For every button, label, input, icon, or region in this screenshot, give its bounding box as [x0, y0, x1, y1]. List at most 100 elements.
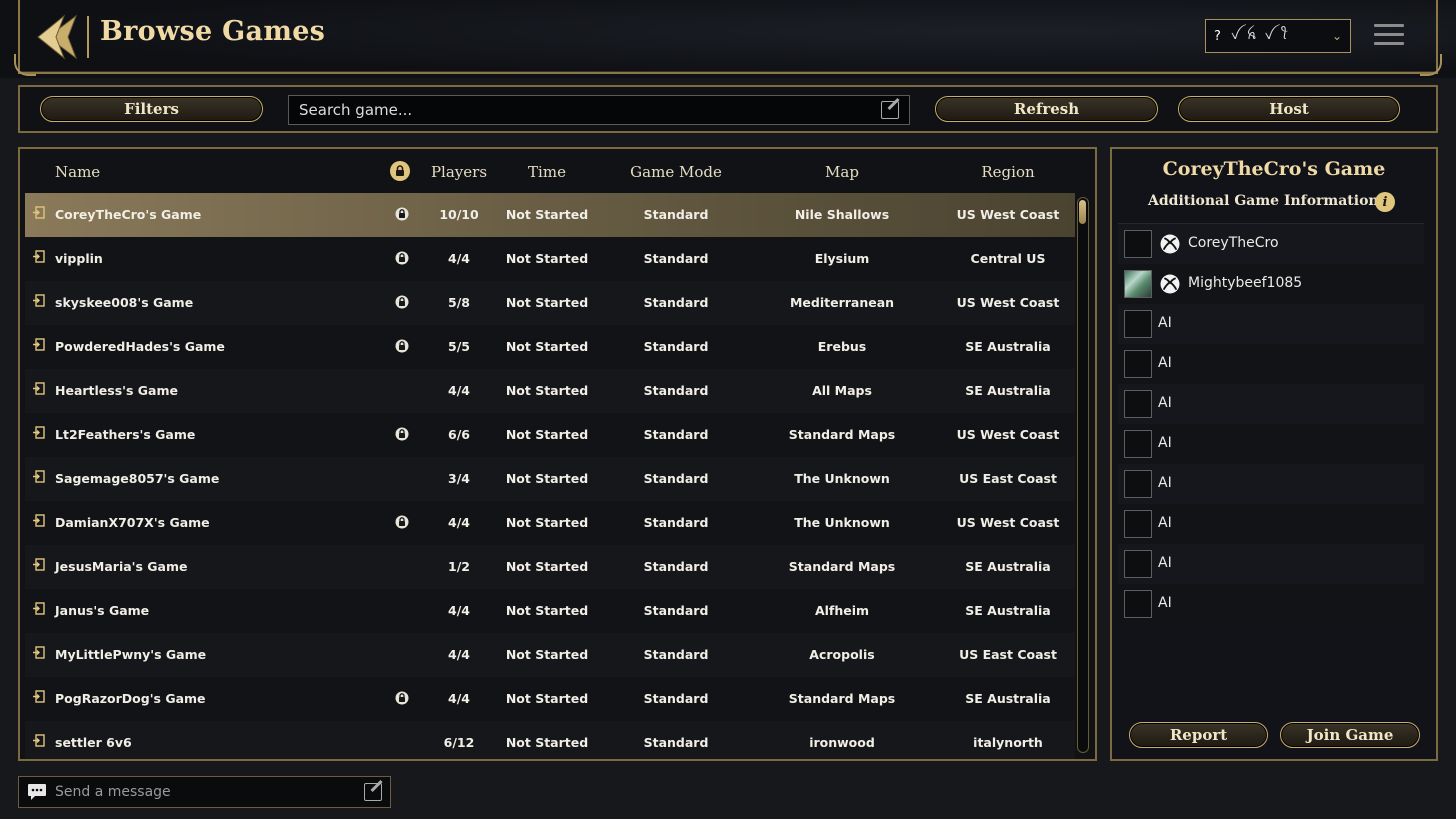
empty-avatar-slot: [1124, 430, 1152, 458]
info-icon[interactable]: i: [1375, 192, 1395, 212]
join-arrow-icon: [33, 338, 45, 351]
report-button[interactable]: Report: [1129, 722, 1268, 748]
page-title: Browse Games: [100, 16, 326, 47]
player-name: AI: [1158, 475, 1172, 491]
player-name: AI: [1158, 515, 1172, 531]
lock-icon: [395, 339, 409, 356]
search-input[interactable]: [299, 101, 881, 119]
game-mode: Standard: [643, 383, 709, 398]
empty-avatar-slot: [1124, 390, 1152, 418]
game-row[interactable]: CoreyTheCro's Game 10/10 Not Started Standa…: [25, 193, 1075, 237]
game-players: 4/4: [448, 251, 470, 266]
host-button[interactable]: Host: [1178, 96, 1400, 122]
game-name: settler 6v6: [55, 735, 132, 750]
game-row[interactable]: vipplin 4/4 Not Started Standard Elysium Cent…: [25, 237, 1075, 281]
scroll-thumb[interactable]: [1079, 200, 1086, 224]
player-slot[interactable]: AI: [1118, 344, 1424, 384]
top-bar: Browse Games ? ꪜ ꫝ ꪜ ꪻ ⌄: [0, 0, 1456, 78]
player-name: AI: [1158, 435, 1172, 451]
game-time: Not Started: [505, 471, 589, 486]
game-players: 6/6: [448, 427, 470, 442]
player-name: Mightybeef1085: [1188, 275, 1303, 291]
column-header-map[interactable]: Map: [825, 163, 859, 181]
column-header-game-mode[interactable]: Game Mode: [630, 163, 722, 181]
column-header-players[interactable]: Players: [431, 163, 487, 181]
player-slot[interactable]: AI: [1118, 304, 1424, 344]
empty-avatar-slot: [1124, 590, 1152, 618]
game-row[interactable]: JesusMaria's Game 1/2 Not Started Standard S…: [25, 545, 1075, 589]
game-time: Not Started: [505, 603, 589, 618]
game-map: Standard Maps: [788, 427, 896, 442]
game-mode: Standard: [643, 295, 709, 310]
game-map: Standard Maps: [788, 691, 896, 706]
player-slot[interactable]: AI: [1118, 464, 1424, 504]
refresh-button[interactable]: Refresh: [935, 96, 1158, 122]
chat-bubble-icon: [28, 784, 46, 800]
game-row[interactable]: Heartless's Game 4/4 Not Started Standard Al…: [25, 369, 1075, 413]
game-row[interactable]: PogRazorDog's Game 4/4 Not Started Standard…: [25, 677, 1075, 721]
player-slot[interactable]: AI: [1118, 384, 1424, 424]
lock-icon: [395, 515, 409, 532]
game-region: Central US: [970, 251, 1046, 266]
game-name: vipplin: [55, 251, 103, 266]
chat-input[interactable]: [55, 784, 356, 800]
game-detail-panel: CoreyTheCro's Game Additional Game Infor…: [1110, 147, 1438, 761]
game-list-panel: Name Players Time Game Mode Map Region C…: [18, 147, 1097, 761]
join-arrow-icon: [33, 558, 45, 571]
join-arrow-icon: [33, 734, 45, 747]
profile-dropdown[interactable]: ? ꪜ ꫝ ꪜ ꪻ ⌄: [1205, 19, 1351, 53]
game-row[interactable]: PowderedHades's Game 5/5 Not Started Standa…: [25, 325, 1075, 369]
game-row[interactable]: settler 6v6 6/12 Not Started Standard ironwo…: [25, 721, 1075, 759]
chat-box: [18, 776, 391, 808]
lock-icon: [395, 207, 409, 224]
edit-icon[interactable]: [364, 783, 382, 801]
game-players: 1/2: [448, 559, 470, 574]
player-name: AI: [1158, 595, 1172, 611]
filters-button[interactable]: Filters: [40, 96, 263, 122]
game-map: Erebus: [817, 339, 867, 354]
game-row[interactable]: DamianX707X's Game 4/4 Not Started Standard…: [25, 501, 1075, 545]
player-slot[interactable]: AI: [1118, 504, 1424, 544]
game-row[interactable]: Sagemage8057's Game 3/4 Not Started Standar…: [25, 457, 1075, 501]
column-header-time[interactable]: Time: [528, 163, 566, 181]
game-region: SE Australia: [965, 603, 1051, 618]
list-scrollbar[interactable]: [1077, 197, 1089, 753]
player-slot[interactable]: Mightybeef1085: [1118, 264, 1424, 304]
player-slot[interactable]: AI: [1118, 544, 1424, 584]
player-slot[interactable]: AI: [1118, 424, 1424, 464]
game-players: 4/4: [448, 691, 470, 706]
game-mode: Standard: [643, 339, 709, 354]
game-map: Nile Shallows: [794, 207, 890, 222]
game-row[interactable]: Janus's Game 4/4 Not Started Standard Alfhei…: [25, 589, 1075, 633]
game-row[interactable]: Lt2Feathers's Game 6/6 Not Started Standard…: [25, 413, 1075, 457]
game-name: Janus's Game: [55, 603, 150, 618]
edit-icon[interactable]: [881, 101, 899, 119]
hamburger-menu-icon[interactable]: [1374, 24, 1404, 48]
game-region: US East Coast: [959, 471, 1057, 486]
player-name: AI: [1158, 395, 1172, 411]
column-header-name[interactable]: Name: [55, 163, 100, 181]
column-header-region[interactable]: Region: [981, 163, 1034, 181]
game-map: All Maps: [812, 383, 872, 398]
game-players: 4/4: [448, 515, 470, 530]
lock-icon: [395, 691, 409, 708]
game-name: Lt2Feathers's Game: [55, 427, 196, 442]
game-time: Not Started: [505, 339, 589, 354]
game-row[interactable]: skyskee008's Game 5/8 Not Started Standard M…: [25, 281, 1075, 325]
game-row[interactable]: MyLittlePwny's Game 4/4 Not Started Standar…: [25, 633, 1075, 677]
avatar: [1125, 271, 1151, 297]
lock-icon: [395, 295, 409, 312]
player-slot[interactable]: CoreyTheCro: [1118, 224, 1424, 264]
back-arrow-icon: [37, 14, 78, 60]
back-button[interactable]: [36, 14, 80, 60]
player-slots: CoreyTheCro Mightybeef1085 AI AI AI AI AI AI AI A…: [1118, 223, 1424, 633]
game-name: MyLittlePwny's Game: [55, 647, 207, 662]
join-arrow-icon: [33, 250, 45, 263]
game-name: JesusMaria's Game: [55, 559, 188, 574]
player-slot[interactable]: AI: [1118, 584, 1424, 624]
game-mode: Standard: [643, 427, 709, 442]
game-region: italynorth: [973, 735, 1043, 750]
join-game-button[interactable]: Join Game: [1280, 722, 1420, 748]
lock-column-icon[interactable]: [390, 161, 410, 181]
search-box: [288, 95, 910, 125]
